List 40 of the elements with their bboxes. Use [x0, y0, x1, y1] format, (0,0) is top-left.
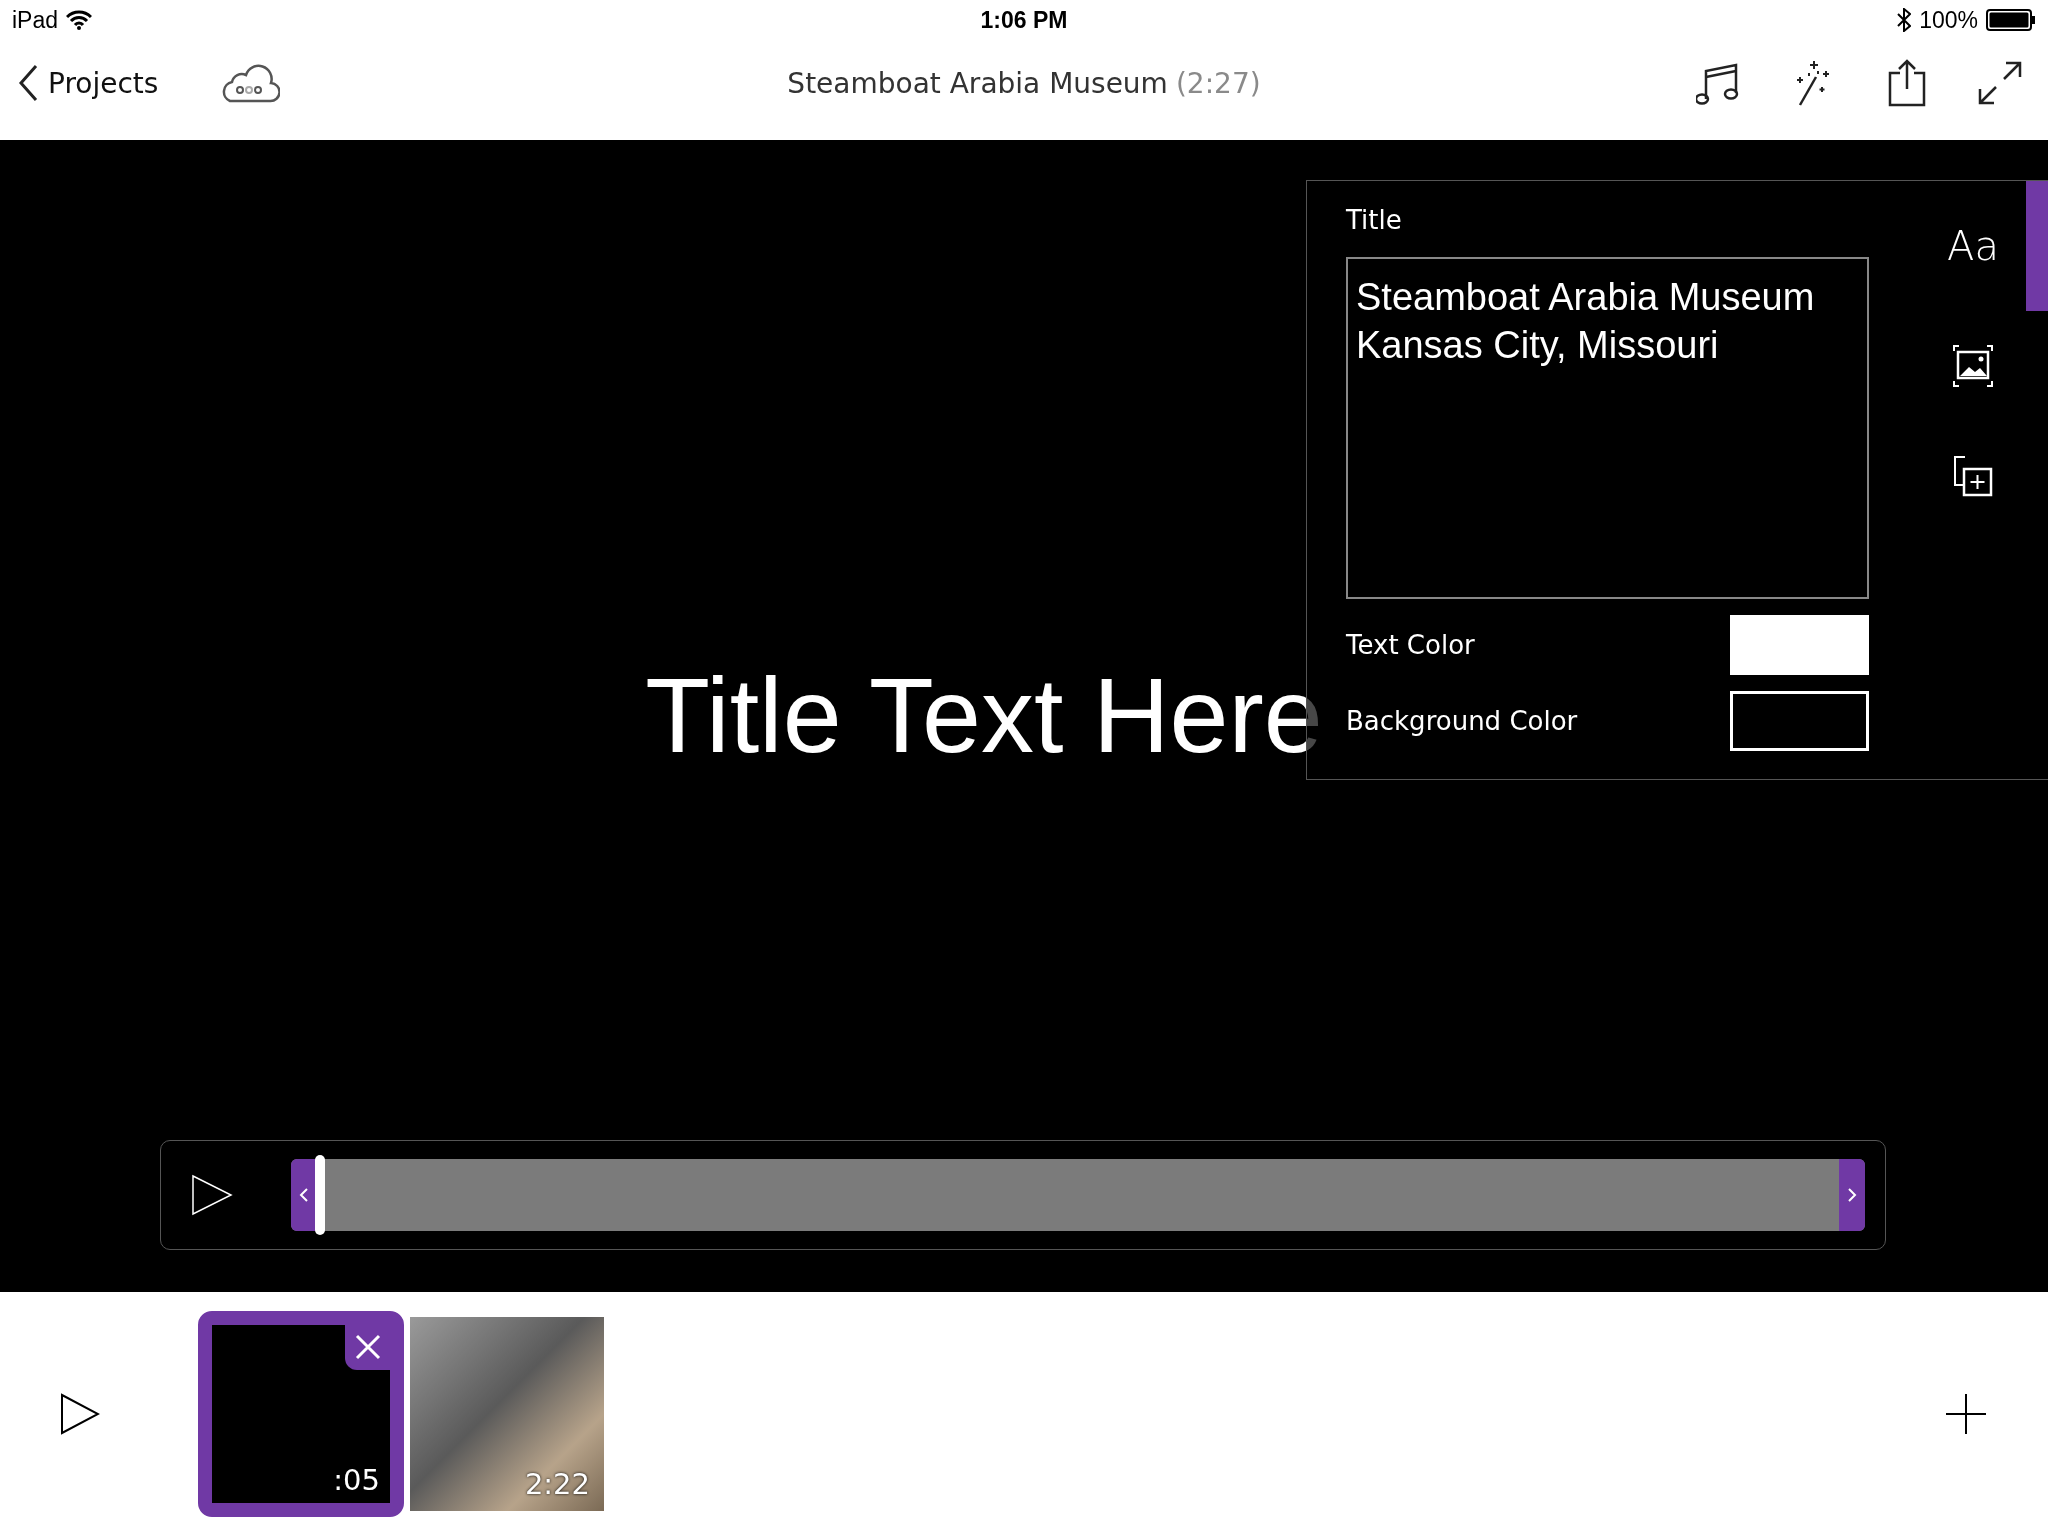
wifi-icon: [66, 10, 93, 30]
project-duration: (2:27): [1175, 66, 1261, 100]
device-name: iPad: [12, 6, 59, 34]
image-icon: [1953, 345, 1993, 387]
chevron-right-icon: [1847, 1188, 1857, 1202]
duplicate-add-icon: [1953, 455, 1993, 497]
color-label: Background Color: [1346, 706, 1579, 736]
title-label: Title: [1346, 205, 1403, 235]
color-swatch[interactable]: [1730, 615, 1869, 675]
expand-icon: [1978, 61, 2022, 105]
play-button[interactable]: [60, 1393, 100, 1435]
add-button[interactable]: [1946, 1394, 1986, 1434]
back-button[interactable]: Projects: [18, 64, 159, 102]
share-icon: [1888, 59, 1926, 107]
project-title: Steamboat Arabia Museum: [787, 66, 1168, 100]
clip-duration: 2:22: [524, 1467, 590, 1501]
chevron-left-icon: [18, 64, 38, 102]
chevron-left-icon: [299, 1188, 309, 1202]
play-icon: [191, 1174, 233, 1216]
close-icon: [355, 1334, 381, 1360]
color-swatch[interactable]: [1730, 691, 1869, 751]
text-style-tab[interactable]: Aa: [1918, 181, 2048, 311]
music-icon: [1696, 61, 1740, 105]
color-label: Text Color: [1346, 630, 1476, 660]
expand-button[interactable]: [1978, 61, 2022, 105]
title-text-field[interactable]: Steamboat Arabia Museum Kansas City, Missouri: [1346, 257, 1869, 599]
plus-icon: [1946, 1394, 1986, 1434]
clock-time: 1:06 PM: [980, 6, 1068, 34]
playhead[interactable]: [315, 1155, 325, 1235]
bluetooth-icon: [1897, 8, 1912, 32]
music-button[interactable]: [1696, 61, 1740, 105]
trim-end-handle[interactable]: [1839, 1159, 1865, 1231]
play-icon: [60, 1393, 100, 1435]
clip-duration: :05: [333, 1463, 380, 1497]
battery-icon: [1986, 9, 2036, 31]
preview-title-text: Title Text Here: [645, 654, 1323, 776]
trim-start-handle[interactable]: [291, 1159, 317, 1231]
title-clip[interactable]: :05: [198, 1311, 404, 1517]
share-button[interactable]: [1888, 59, 1926, 107]
battery-percentage: 100%: [1919, 6, 1978, 34]
